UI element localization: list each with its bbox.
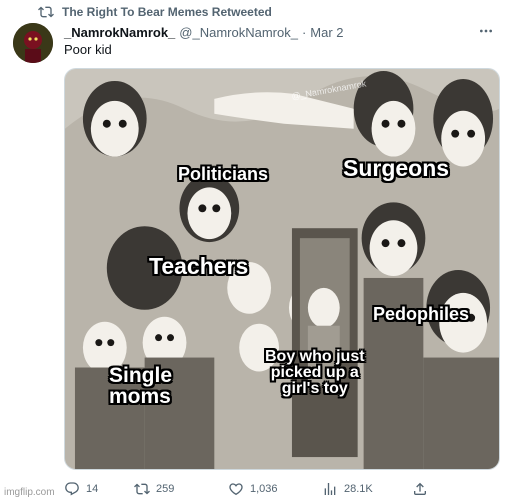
- label-teachers: Teachers: [149, 253, 249, 279]
- tweet-text: Poor kid: [64, 42, 112, 57]
- more-options-button[interactable]: [477, 22, 495, 40]
- retweet-indicator[interactable]: The Right To Bear Memes Retweeted: [38, 4, 272, 20]
- share-button[interactable]: [412, 478, 428, 500]
- retweet-icon: [134, 483, 150, 495]
- reply-count: 14: [86, 483, 99, 495]
- like-count: 1,036: [250, 483, 278, 495]
- label-politicians: Politicians: [178, 164, 269, 184]
- user-handle[interactable]: @_NamrokNamrok_: [179, 25, 298, 40]
- tweet-media[interactable]: @_Namroknamrok Politicians Surgeons Teac…: [64, 68, 500, 470]
- views-button[interactable]: 28.1K: [322, 478, 373, 500]
- view-count: 28.1K: [344, 483, 373, 495]
- retweet-label: The Right To Bear Memes Retweeted: [62, 5, 272, 19]
- share-icon: [414, 482, 426, 495]
- label-boy: Boy who just picked up a girl's toy: [265, 348, 365, 397]
- tweet-header: _NamrokNamrok_ @_NamrokNamrok_ · Mar 2: [64, 23, 344, 41]
- reply-button[interactable]: 14: [64, 478, 98, 500]
- tweet-date[interactable]: Mar 2: [310, 25, 343, 40]
- views-chart-icon: [324, 483, 336, 495]
- retweet-count: 259: [156, 483, 175, 495]
- imgflip-watermark: imgflip.com: [4, 487, 55, 498]
- avatar[interactable]: [13, 23, 53, 63]
- meme-illustration: [65, 69, 499, 469]
- heart-icon: [229, 483, 243, 496]
- display-name[interactable]: _NamrokNamrok_: [64, 25, 175, 40]
- label-single-moms: Single moms: [109, 364, 173, 408]
- retweet-button[interactable]: 259: [134, 478, 174, 500]
- tweet-actions: 14 259 1,036 28.1K: [64, 478, 444, 500]
- like-button[interactable]: 1,036: [228, 478, 278, 500]
- retweet-icon: [38, 6, 54, 18]
- label-surgeons: Surgeons: [343, 155, 450, 181]
- more-icon: [480, 29, 492, 33]
- separator-dot: ·: [301, 24, 307, 40]
- reply-icon: [65, 482, 79, 496]
- label-pedophiles: Pedophiles: [373, 304, 470, 324]
- avatar-image: [13, 23, 53, 63]
